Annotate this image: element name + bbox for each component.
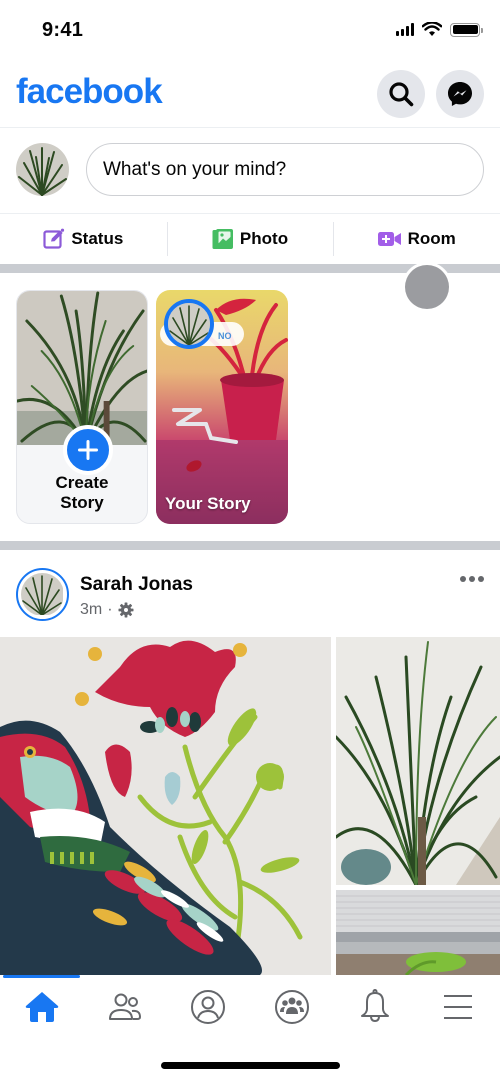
battery-icon: [450, 22, 483, 37]
groups-icon: [274, 990, 309, 1024]
messenger-button[interactable]: [436, 70, 484, 118]
gear-icon[interactable]: [118, 602, 134, 618]
status-label: Status: [71, 228, 124, 248]
tab-friends[interactable]: [83, 975, 166, 1039]
home-icon: [25, 992, 58, 1022]
messenger-icon: [448, 82, 472, 106]
home-indicator[interactable]: [161, 1062, 340, 1069]
tab-home[interactable]: [0, 975, 83, 1039]
composer-actions: Status Photo Room: [0, 213, 500, 263]
friends-icon: [108, 993, 141, 1020]
bell-icon: [360, 989, 389, 1022]
app-header: facebook: [0, 60, 500, 128]
composer: What's on your mind?: [0, 129, 500, 213]
photo-icon: [212, 228, 233, 249]
photo-label: Photo: [239, 228, 289, 248]
bottom-tab-bar: [0, 975, 500, 1039]
post-photo-window[interactable]: [336, 890, 500, 975]
post-meta: 3m ·: [80, 601, 134, 619]
search-icon: [389, 82, 414, 107]
story-sticker-text: NO: [218, 331, 232, 341]
room-button[interactable]: Room: [333, 214, 500, 263]
section-divider: [0, 541, 500, 550]
status-icons: [396, 22, 483, 37]
room-label: Room: [407, 228, 456, 248]
stories-tray: Create Story NO Your Story: [0, 273, 500, 541]
create-story-card[interactable]: Create Story: [16, 290, 148, 524]
status-button[interactable]: Status: [0, 214, 167, 263]
cellular-signal-icon: [396, 23, 414, 36]
profile-icon: [191, 990, 226, 1024]
user-avatar[interactable]: [16, 143, 69, 196]
add-story-button[interactable]: [63, 425, 113, 475]
post-photo-bird-art[interactable]: [0, 637, 331, 975]
status-bar: 9:41: [0, 0, 500, 60]
facebook-logo[interactable]: facebook: [16, 72, 163, 112]
post-author-name[interactable]: Sarah Jonas: [80, 574, 193, 596]
your-story-avatar: [164, 299, 214, 349]
post-header: Sarah Jonas 3m ·: [0, 550, 500, 636]
menu-icon: [444, 995, 473, 1019]
create-story-label: Create Story: [55, 473, 109, 512]
status-time: 9:41: [42, 19, 84, 41]
post-photo-grid: [0, 637, 500, 975]
tab-menu[interactable]: [417, 975, 500, 1039]
video-plus-icon: [377, 231, 401, 246]
edit-icon: [43, 228, 65, 249]
meta-separator: ·: [107, 601, 113, 618]
your-story-card[interactable]: NO Your Story: [156, 290, 288, 524]
plus-icon: [78, 440, 98, 460]
your-story-label: Your Story: [165, 494, 251, 513]
search-button[interactable]: [377, 70, 425, 118]
post-more-options-button[interactable]: [460, 576, 484, 582]
tab-notifications[interactable]: [333, 975, 416, 1039]
wifi-icon: [422, 22, 442, 36]
post-author-avatar[interactable]: [16, 568, 69, 621]
tab-groups[interactable]: [250, 975, 333, 1039]
post-photo-plant[interactable]: [336, 637, 500, 885]
create-story-photo: [17, 291, 147, 445]
whats-on-your-mind-input[interactable]: What's on your mind?: [86, 143, 484, 196]
pull-to-refresh-indicator: [402, 262, 452, 312]
tab-profile[interactable]: [167, 975, 250, 1039]
post-timestamp[interactable]: 3m: [80, 601, 102, 619]
photo-button[interactable]: Photo: [166, 214, 334, 263]
